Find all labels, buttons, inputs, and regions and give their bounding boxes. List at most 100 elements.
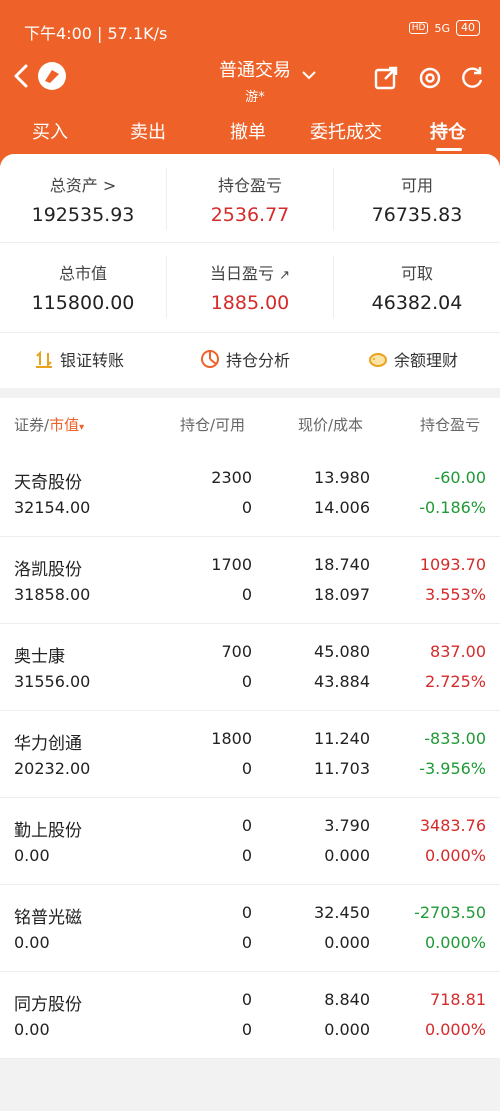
navbar: 普通交易 游* (0, 52, 500, 105)
position-pl: 718.81 (430, 990, 486, 1009)
wealth-button[interactable]: 余额理财 (368, 346, 458, 372)
tab-sell[interactable]: 卖出 (130, 118, 166, 144)
table-row[interactable]: 铭普光磁 0.00 0 0 32.450 0.000 -2703.50 0.000% (0, 885, 500, 972)
header-price-cost[interactable]: 现价/成本 (298, 414, 363, 435)
position-analysis-button[interactable]: 持仓分析 (200, 346, 290, 372)
withdrawable-cell: 可取 46382.04 (334, 260, 500, 314)
positions-list: 天奇股份 32154.00 2300 0 13.980 14.006 -60.00 -0.18… (0, 450, 500, 1059)
header-market-value-sort[interactable]: 市值 (49, 416, 79, 434)
cost-price: 0.000 (324, 846, 370, 865)
daily-pl-value: 1885.00 (210, 292, 290, 314)
active-tab-indicator (436, 148, 462, 151)
table-row[interactable]: 奥士康 31556.00 700 0 45.080 43.884 837.00 2.725% (0, 624, 500, 711)
summary-divider (0, 332, 500, 333)
available-qty: 0 (241, 846, 252, 865)
bank-transfer-button[interactable]: 银证转账 (34, 346, 124, 372)
external-link-icon: ↗ (279, 268, 290, 283)
market-value: 31556.00 (14, 672, 91, 691)
table-row[interactable]: 同方股份 0.00 0 0 8.840 0.000 718.81 0.000% (0, 972, 500, 1059)
available-qty: 0 (241, 498, 252, 517)
stock-name: 铭普光磁 (14, 908, 82, 928)
position-pl-pct: 0.000% (424, 1020, 486, 1039)
available-value: 76735.83 (371, 204, 463, 226)
trade-tabs: 买入 卖出 撤单 委托成交 持仓 (0, 114, 500, 154)
stock-name: 洛凯股份 (14, 560, 82, 580)
sort-caret-icon: ▾ (79, 422, 85, 433)
holding-qty: 1800 (211, 729, 252, 748)
share-icon[interactable] (372, 64, 400, 92)
position-pl: 3483.76 (419, 816, 486, 835)
pie-chart-icon (201, 350, 219, 368)
table-row[interactable]: 华力创通 20232.00 1800 0 11.240 11.703 -833.00 -3.9… (0, 711, 500, 798)
positions-table-header: 证券/市值▾ 持仓/可用 现价/成本 持仓盈亏 (0, 398, 500, 450)
position-pl: 1093.70 (419, 555, 486, 574)
position-pl: -60.00 (434, 468, 486, 487)
market-value: 32154.00 (14, 498, 91, 517)
broker-logo (38, 62, 66, 90)
status-bar: 下午4:00 | 57.1K/s HD 5G 40 (0, 18, 500, 44)
market-value: 0.00 (14, 1020, 50, 1039)
position-pl-pct: -0.186% (419, 498, 486, 517)
tab-positions[interactable]: 持仓 (430, 118, 466, 144)
position-pl: -2703.50 (414, 903, 486, 922)
available-qty: 0 (241, 759, 252, 778)
available-qty: 0 (241, 672, 252, 691)
table-row[interactable]: 洛凯股份 31858.00 1700 0 18.740 18.097 1093.70 3.55… (0, 537, 500, 624)
vertical-divider (166, 256, 167, 318)
piggy-bank-icon (369, 353, 387, 367)
withdrawable-value: 46382.04 (371, 292, 463, 314)
holding-qty: 2300 (211, 468, 252, 487)
title-block[interactable]: 普通交易 游* (200, 56, 310, 105)
current-price: 18.740 (314, 555, 370, 574)
available-qty: 0 (241, 585, 252, 604)
gear-icon[interactable] (416, 64, 444, 92)
tab-orders[interactable]: 委托成交 (310, 118, 382, 144)
current-price: 32.450 (314, 903, 370, 922)
tab-buy[interactable]: 买入 (32, 118, 68, 144)
network-label: 5G (434, 21, 450, 35)
cost-price: 0.000 (324, 933, 370, 952)
market-value: 0.00 (14, 933, 50, 952)
back-arrow-icon[interactable] (10, 62, 34, 90)
current-price: 8.840 (324, 990, 370, 1009)
status-right: HD 5G 40 (408, 20, 480, 36)
market-value-value: 115800.00 (31, 292, 135, 314)
app-header: 下午4:00 | 57.1K/s HD 5G 40 普通交易 游* 买入 卖出 … (0, 0, 500, 170)
stock-name: 天奇股份 (14, 473, 82, 493)
refresh-icon[interactable] (458, 64, 486, 92)
summary-divider (0, 242, 500, 243)
position-pl: -833.00 (424, 729, 486, 748)
account-summary: 总资产 > 192535.93 持仓盈亏 2536.77 可用 76735.83… (0, 154, 500, 388)
position-pl-pct: 2.725% (424, 672, 486, 691)
daily-pl-cell[interactable]: 当日盈亏 ↗ 1885.00 (167, 260, 333, 314)
position-pl-pct: -3.956% (419, 759, 486, 778)
table-row[interactable]: 勤上股份 0.00 0 0 3.790 0.000 3483.76 0.000% (0, 798, 500, 885)
page-title: 普通交易 (219, 60, 291, 81)
cost-price: 18.097 (314, 585, 370, 604)
stock-name: 勤上股份 (14, 821, 82, 841)
broker-logo-icon (45, 70, 59, 83)
total-assets-cell[interactable]: 总资产 > 192535.93 (0, 172, 166, 226)
position-pl-value: 2536.77 (210, 204, 290, 226)
stock-name: 同方股份 (14, 995, 82, 1015)
header-position-pl[interactable]: 持仓盈亏 (420, 414, 500, 435)
chevron-down-icon[interactable] (300, 68, 318, 82)
header-security[interactable]: 证券/市值▾ (14, 414, 84, 435)
current-price: 45.080 (314, 642, 370, 661)
tab-cancel[interactable]: 撤单 (230, 118, 266, 144)
current-price: 13.980 (314, 468, 370, 487)
available-qty: 0 (241, 933, 252, 952)
market-value: 20232.00 (14, 759, 91, 778)
position-pl: 837.00 (430, 642, 486, 661)
available-cell: 可用 76735.83 (334, 172, 500, 226)
market-value: 31858.00 (14, 585, 91, 604)
available-qty: 0 (241, 1020, 252, 1039)
position-analysis-label: 持仓分析 (226, 351, 291, 370)
total-assets-value: 192535.93 (31, 204, 135, 226)
bank-transfer-label: 银证转账 (60, 351, 125, 370)
market-value-cell: 总市值 115800.00 (0, 260, 166, 314)
header-hold-avail[interactable]: 持仓/可用 (180, 414, 245, 435)
cost-price: 11.703 (314, 759, 370, 778)
table-row[interactable]: 天奇股份 32154.00 2300 0 13.980 14.006 -60.00 -0.18… (0, 450, 500, 537)
stock-name: 奥士康 (14, 647, 65, 667)
